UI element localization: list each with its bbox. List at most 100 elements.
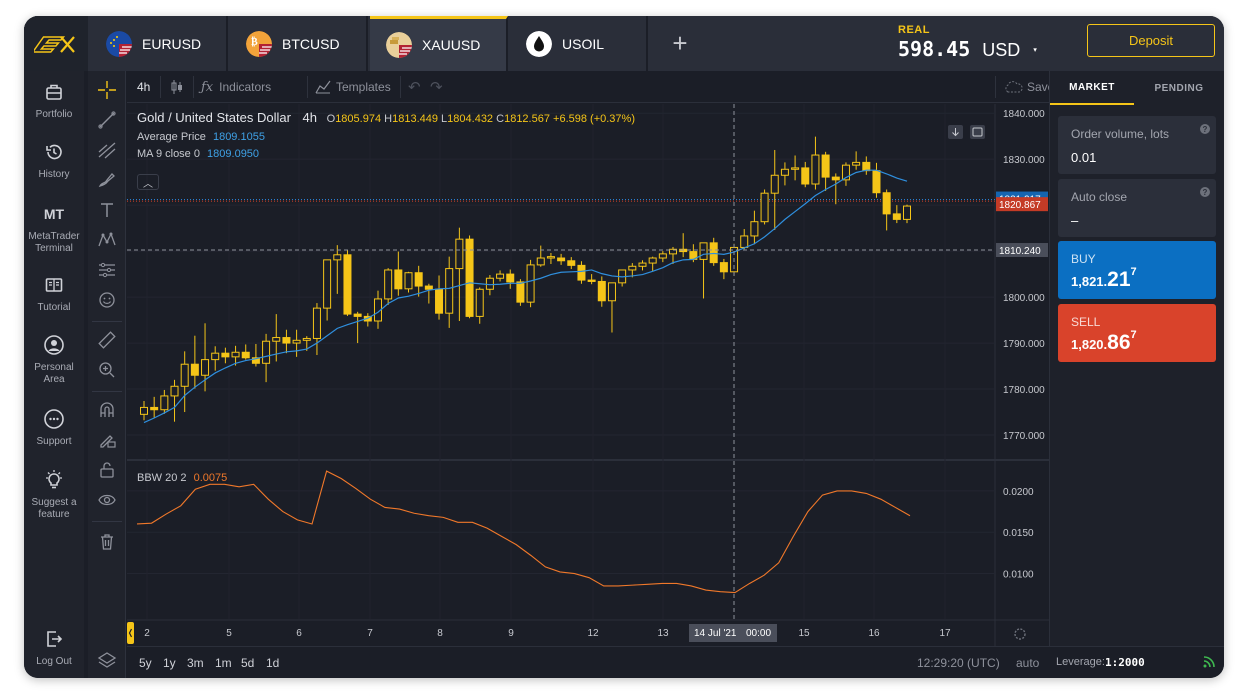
- tab-label: XAUUSD: [422, 37, 481, 53]
- range-3m-button[interactable]: 3m: [187, 656, 204, 670]
- candle-body: [384, 269, 393, 300]
- high-value: 1813.449: [392, 113, 438, 125]
- nav-label: MetaTrader Terminal: [28, 231, 80, 254]
- tab-eurusd[interactable]: EURUSD: [90, 16, 228, 71]
- nav-support[interactable]: Support: [24, 408, 84, 448]
- nav-label: Portfolio: [35, 109, 73, 120]
- sell-price-fraction: 7: [1130, 329, 1137, 341]
- price-tick-label: 1790.000: [1003, 339, 1045, 350]
- lock-drawing-icon[interactable]: [96, 429, 118, 451]
- redo-icon[interactable]: ↷: [430, 71, 443, 103]
- range-5d-button[interactable]: 5d: [241, 656, 254, 670]
- help-icon[interactable]: ?: [1200, 187, 1210, 197]
- deposit-button[interactable]: Deposit: [1087, 24, 1215, 57]
- legend-collapse-button[interactable]: ︿: [137, 174, 159, 190]
- nav-history[interactable]: History: [24, 141, 84, 181]
- nav-label: History: [38, 169, 70, 180]
- prediction-tool-icon[interactable]: [96, 259, 118, 281]
- utc-clock[interactable]: 12:29:20 (UTC): [917, 656, 1000, 670]
- avg-price-row: Average Price 1809.1055: [137, 131, 635, 143]
- order-volume-field[interactable]: Order volume, lots ? 0.01: [1058, 116, 1216, 174]
- exness-logo[interactable]: [24, 16, 88, 71]
- eye-icon[interactable]: [96, 489, 118, 511]
- crosshair-tool-icon[interactable]: [96, 79, 118, 101]
- candle-body: [282, 337, 291, 344]
- tab-usoil[interactable]: USOIL: [510, 16, 648, 71]
- templates-button[interactable]: Templates: [315, 71, 391, 103]
- candle-body: [211, 352, 220, 361]
- legend-title-row: Gold / United States Dollar 4h O1805.974…: [137, 110, 635, 126]
- logout-icon: [43, 628, 65, 650]
- candle-body: [831, 176, 840, 181]
- nav-personal-area[interactable]: Personal Area: [24, 334, 84, 386]
- range-1m-button[interactable]: 1m: [215, 656, 232, 670]
- add-tab-button[interactable]: +: [650, 16, 710, 71]
- candle-body: [607, 282, 616, 302]
- candle-body: [699, 242, 708, 260]
- nav-label: Suggest a feature: [31, 497, 77, 520]
- candle-body: [526, 264, 535, 303]
- function-icon: ƒx: [201, 79, 214, 95]
- tab-market[interactable]: MARKET: [1050, 71, 1134, 105]
- account-balance[interactable]: 598.45 USD ▾: [898, 37, 1038, 61]
- nav-tutorial[interactable]: Tutorial: [24, 274, 84, 314]
- trend-line-tool-icon[interactable]: [96, 109, 118, 131]
- chart-legend: Gold / United States Dollar 4h O1805.974…: [137, 110, 635, 160]
- order-volume-label: Order volume, lots: [1071, 127, 1170, 141]
- app-window: EURUSD ₿ BTCUSD XAUUSD USOIL + REAL 598.…: [24, 16, 1224, 678]
- toolbar-divider: [92, 521, 122, 522]
- candle-body: [536, 257, 545, 266]
- trash-icon[interactable]: [96, 531, 118, 553]
- chart-area[interactable]: 1840.0001830.0001820.0001810.0001800.000…: [127, 104, 1049, 646]
- nav-metatrader[interactable]: MT MetaTrader Terminal: [24, 203, 84, 255]
- candle-body: [312, 307, 321, 339]
- time-tick-label: 13: [657, 628, 669, 639]
- nav-logout[interactable]: Log Out: [24, 628, 84, 668]
- nav-portfolio[interactable]: Portfolio: [24, 81, 84, 121]
- candle-type-icon[interactable]: [169, 71, 185, 103]
- zoom-in-icon[interactable]: [96, 359, 118, 381]
- tab-label: BTCUSD: [282, 35, 340, 52]
- price-chart[interactable]: 1840.0001830.0001820.0001810.0001800.000…: [127, 104, 1049, 646]
- time-tick-label: 12: [587, 628, 599, 639]
- tab-pending[interactable]: PENDING: [1134, 71, 1224, 105]
- fib-tool-icon[interactable]: [96, 139, 118, 161]
- ruler-tool-icon[interactable]: [96, 329, 118, 351]
- candle-body: [801, 167, 810, 185]
- pattern-tool-icon[interactable]: [96, 229, 118, 251]
- layers-icon[interactable]: [96, 649, 118, 671]
- text-tool-icon[interactable]: [96, 199, 118, 221]
- indicators-button[interactable]: ƒx Indicators: [201, 71, 271, 103]
- range-1d-button[interactable]: 1d: [266, 656, 279, 670]
- undo-icon[interactable]: ↶: [408, 71, 421, 103]
- help-icon[interactable]: ?: [1200, 124, 1210, 134]
- unlock-icon[interactable]: [96, 459, 118, 481]
- emoji-tool-icon[interactable]: [96, 289, 118, 311]
- tab-xauusd[interactable]: XAUUSD: [370, 16, 508, 71]
- candle-body: [262, 340, 271, 364]
- magnet-icon[interactable]: [96, 399, 118, 421]
- open-label: O: [326, 113, 336, 125]
- range-5y-button[interactable]: 5y: [139, 656, 152, 670]
- candle-body: [587, 279, 596, 282]
- auto-scale-button[interactable]: auto: [1016, 656, 1039, 670]
- candle-body: [597, 280, 606, 302]
- range-1y-button[interactable]: 1y: [163, 656, 176, 670]
- nav-suggest-feature[interactable]: Suggest a feature: [24, 469, 84, 521]
- brush-tool-icon[interactable]: [96, 169, 118, 191]
- candle-body: [160, 395, 169, 411]
- candle-body: [333, 254, 342, 261]
- sell-button[interactable]: SELL 1,820.867: [1058, 304, 1216, 362]
- toolbar-divider: [160, 76, 161, 98]
- chevron-down-icon: ▾: [1032, 45, 1038, 56]
- time-tick-label: 16: [868, 628, 880, 639]
- time-tick-label: 17: [939, 628, 951, 639]
- buy-price-pips: 21: [1107, 268, 1131, 291]
- sell-price: 1,820.867: [1071, 329, 1137, 355]
- candle-body: [862, 161, 871, 172]
- timeframe-button[interactable]: 4h: [137, 71, 150, 103]
- buy-button[interactable]: BUY 1,821.217: [1058, 241, 1216, 299]
- candle-body: [882, 192, 891, 215]
- auto-close-field[interactable]: Auto close ? –: [1058, 179, 1216, 237]
- tab-btcusd[interactable]: ₿ BTCUSD: [230, 16, 368, 71]
